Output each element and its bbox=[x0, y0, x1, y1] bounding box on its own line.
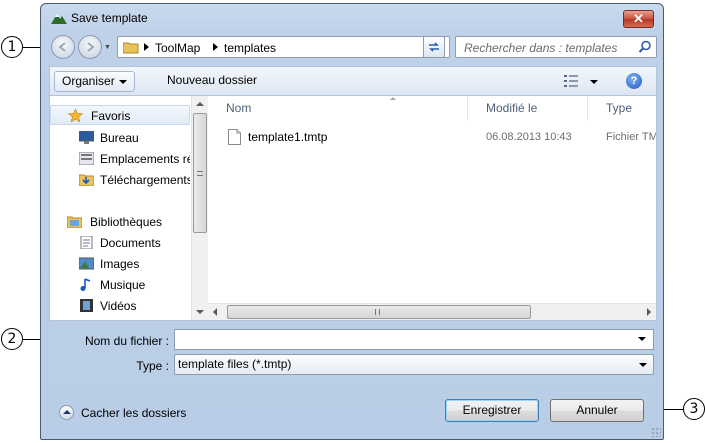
scroll-up-icon[interactable] bbox=[196, 102, 204, 106]
refresh-button[interactable] bbox=[423, 36, 445, 58]
filename-label: Nom du fichier : bbox=[84, 334, 169, 348]
column-header-modified[interactable]: Modifié le bbox=[468, 96, 588, 121]
scroll-thumb[interactable] bbox=[227, 305, 531, 319]
file-name: template1.tmtp bbox=[248, 130, 328, 144]
file-type-value: template files (*.tmtp) bbox=[178, 357, 292, 371]
libraries-icon bbox=[67, 216, 82, 228]
callout-1: 1 bbox=[1, 36, 23, 58]
file-type-select[interactable]: template files (*.tmtp) bbox=[174, 354, 654, 375]
nav-label: Documents bbox=[100, 236, 161, 250]
filename-dropdown-icon[interactable] bbox=[638, 337, 646, 341]
grip-icon bbox=[197, 171, 203, 176]
pictures-icon bbox=[79, 257, 94, 270]
column-header-type[interactable]: Type bbox=[588, 96, 656, 121]
documents-icon bbox=[80, 236, 93, 249]
view-options-icon[interactable] bbox=[564, 75, 580, 87]
breadcrumb-separator-icon[interactable] bbox=[213, 43, 218, 51]
chevron-down-icon bbox=[118, 79, 127, 84]
new-folder-button[interactable]: Nouveau dossier bbox=[160, 71, 264, 92]
search-icon[interactable] bbox=[638, 40, 652, 54]
organize-label: Organiser bbox=[62, 74, 115, 88]
nav-label: Vidéos bbox=[100, 299, 137, 313]
resize-grip-icon[interactable] bbox=[651, 427, 661, 437]
nav-item-music[interactable]: Musique bbox=[50, 275, 190, 295]
scroll-down-icon[interactable] bbox=[196, 310, 204, 314]
recent-places-icon bbox=[79, 152, 94, 165]
window-title: Save template bbox=[71, 11, 148, 25]
star-icon bbox=[68, 109, 83, 122]
navigation-pane: Favoris Bureau Emplacements récents bbox=[50, 96, 208, 320]
nav-label: Emplacements récents bbox=[100, 152, 190, 166]
scroll-right-icon[interactable] bbox=[647, 308, 651, 316]
music-icon bbox=[80, 278, 91, 291]
address-bar[interactable]: ToolMap templates bbox=[117, 36, 450, 58]
hide-folders-label: Cacher les dossiers bbox=[81, 406, 187, 420]
nav-label: Favoris bbox=[91, 109, 131, 123]
folder-icon bbox=[123, 42, 139, 54]
nav-item-libraries[interactable]: Bibliothèques bbox=[50, 212, 190, 232]
search-placeholder: Rechercher dans : templates bbox=[464, 41, 618, 55]
nav-label: Images bbox=[100, 257, 140, 271]
view-dropdown-icon[interactable] bbox=[590, 80, 598, 84]
nav-label: Téléchargements bbox=[100, 173, 190, 187]
file-icon bbox=[228, 129, 241, 145]
scroll-left-icon[interactable] bbox=[213, 308, 217, 316]
arrow-right-icon bbox=[87, 42, 95, 52]
save-dialog: Save template ✕ ▼ ToolMap templates Rech… bbox=[40, 3, 664, 440]
breadcrumb-templates[interactable]: templates bbox=[224, 41, 276, 55]
scroll-thumb[interactable] bbox=[193, 113, 207, 233]
cancel-button[interactable]: Annuler bbox=[550, 399, 644, 422]
file-list: Nom Modifié le Type template1.tmtp 06.08… bbox=[208, 96, 656, 320]
file-type: Fichier TMTP bbox=[606, 131, 656, 143]
app-icon bbox=[51, 14, 67, 24]
nav-item-downloads[interactable]: Téléchargements bbox=[50, 170, 190, 190]
sort-ascending-icon bbox=[390, 97, 396, 100]
chevron-down-icon bbox=[639, 363, 647, 367]
nav-item-documents[interactable]: Documents bbox=[50, 233, 190, 253]
file-modified: 06.08.2013 10:43 bbox=[486, 131, 572, 143]
callout-2: 2 bbox=[1, 328, 23, 350]
downloads-icon bbox=[79, 174, 94, 186]
nav-label: Bibliothèques bbox=[90, 215, 163, 229]
nav-label: Musique bbox=[100, 278, 146, 292]
nav-item-recent-places[interactable]: Emplacements récents bbox=[50, 149, 190, 169]
nav-item-videos[interactable]: Vidéos bbox=[50, 296, 190, 316]
recent-pages-chevron-icon[interactable]: ▼ bbox=[104, 44, 111, 51]
column-label: Nom bbox=[226, 101, 252, 115]
grip-icon bbox=[375, 309, 380, 315]
arrow-left-icon bbox=[58, 42, 66, 52]
file-row[interactable]: template1.tmtp 06.08.2013 10:43 Fichier … bbox=[208, 127, 656, 147]
help-icon[interactable]: ? bbox=[626, 73, 642, 89]
type-label: Type : bbox=[136, 359, 169, 373]
column-label: Type bbox=[606, 101, 633, 115]
column-label: Modifié le bbox=[486, 101, 538, 115]
breadcrumb-toolmap[interactable]: ToolMap bbox=[155, 41, 200, 55]
column-header-name[interactable]: Nom bbox=[208, 96, 468, 121]
save-button[interactable]: Enregistrer bbox=[445, 399, 539, 422]
filename-field[interactable] bbox=[174, 329, 654, 350]
collapse-icon bbox=[59, 405, 74, 420]
nav-item-desktop[interactable]: Bureau bbox=[50, 128, 190, 148]
command-bar: Organiser Nouveau dossier ? bbox=[49, 66, 657, 95]
refresh-icon bbox=[429, 42, 439, 52]
nav-item-favorites[interactable]: Favoris bbox=[50, 105, 190, 125]
address-row: ▼ ToolMap templates Rechercher dans : te… bbox=[41, 32, 663, 62]
callout-3: 3 bbox=[683, 398, 705, 420]
nav-vertical-scrollbar[interactable] bbox=[191, 96, 208, 320]
search-box[interactable]: Rechercher dans : templates bbox=[455, 36, 657, 58]
desktop-icon bbox=[79, 131, 94, 144]
back-button[interactable] bbox=[51, 35, 75, 59]
organize-button[interactable]: Organiser bbox=[54, 71, 135, 92]
nav-label: Bureau bbox=[100, 131, 139, 145]
videos-icon bbox=[80, 299, 93, 312]
title-bar: Save template ✕ bbox=[41, 4, 663, 32]
file-horizontal-scrollbar[interactable] bbox=[208, 303, 656, 320]
browser-area: Favoris Bureau Emplacements récents bbox=[49, 95, 657, 321]
nav-item-pictures[interactable]: Images bbox=[50, 254, 190, 274]
breadcrumb-separator-icon[interactable] bbox=[144, 43, 149, 51]
forward-button[interactable] bbox=[78, 35, 102, 59]
close-button[interactable]: ✕ bbox=[623, 10, 654, 28]
